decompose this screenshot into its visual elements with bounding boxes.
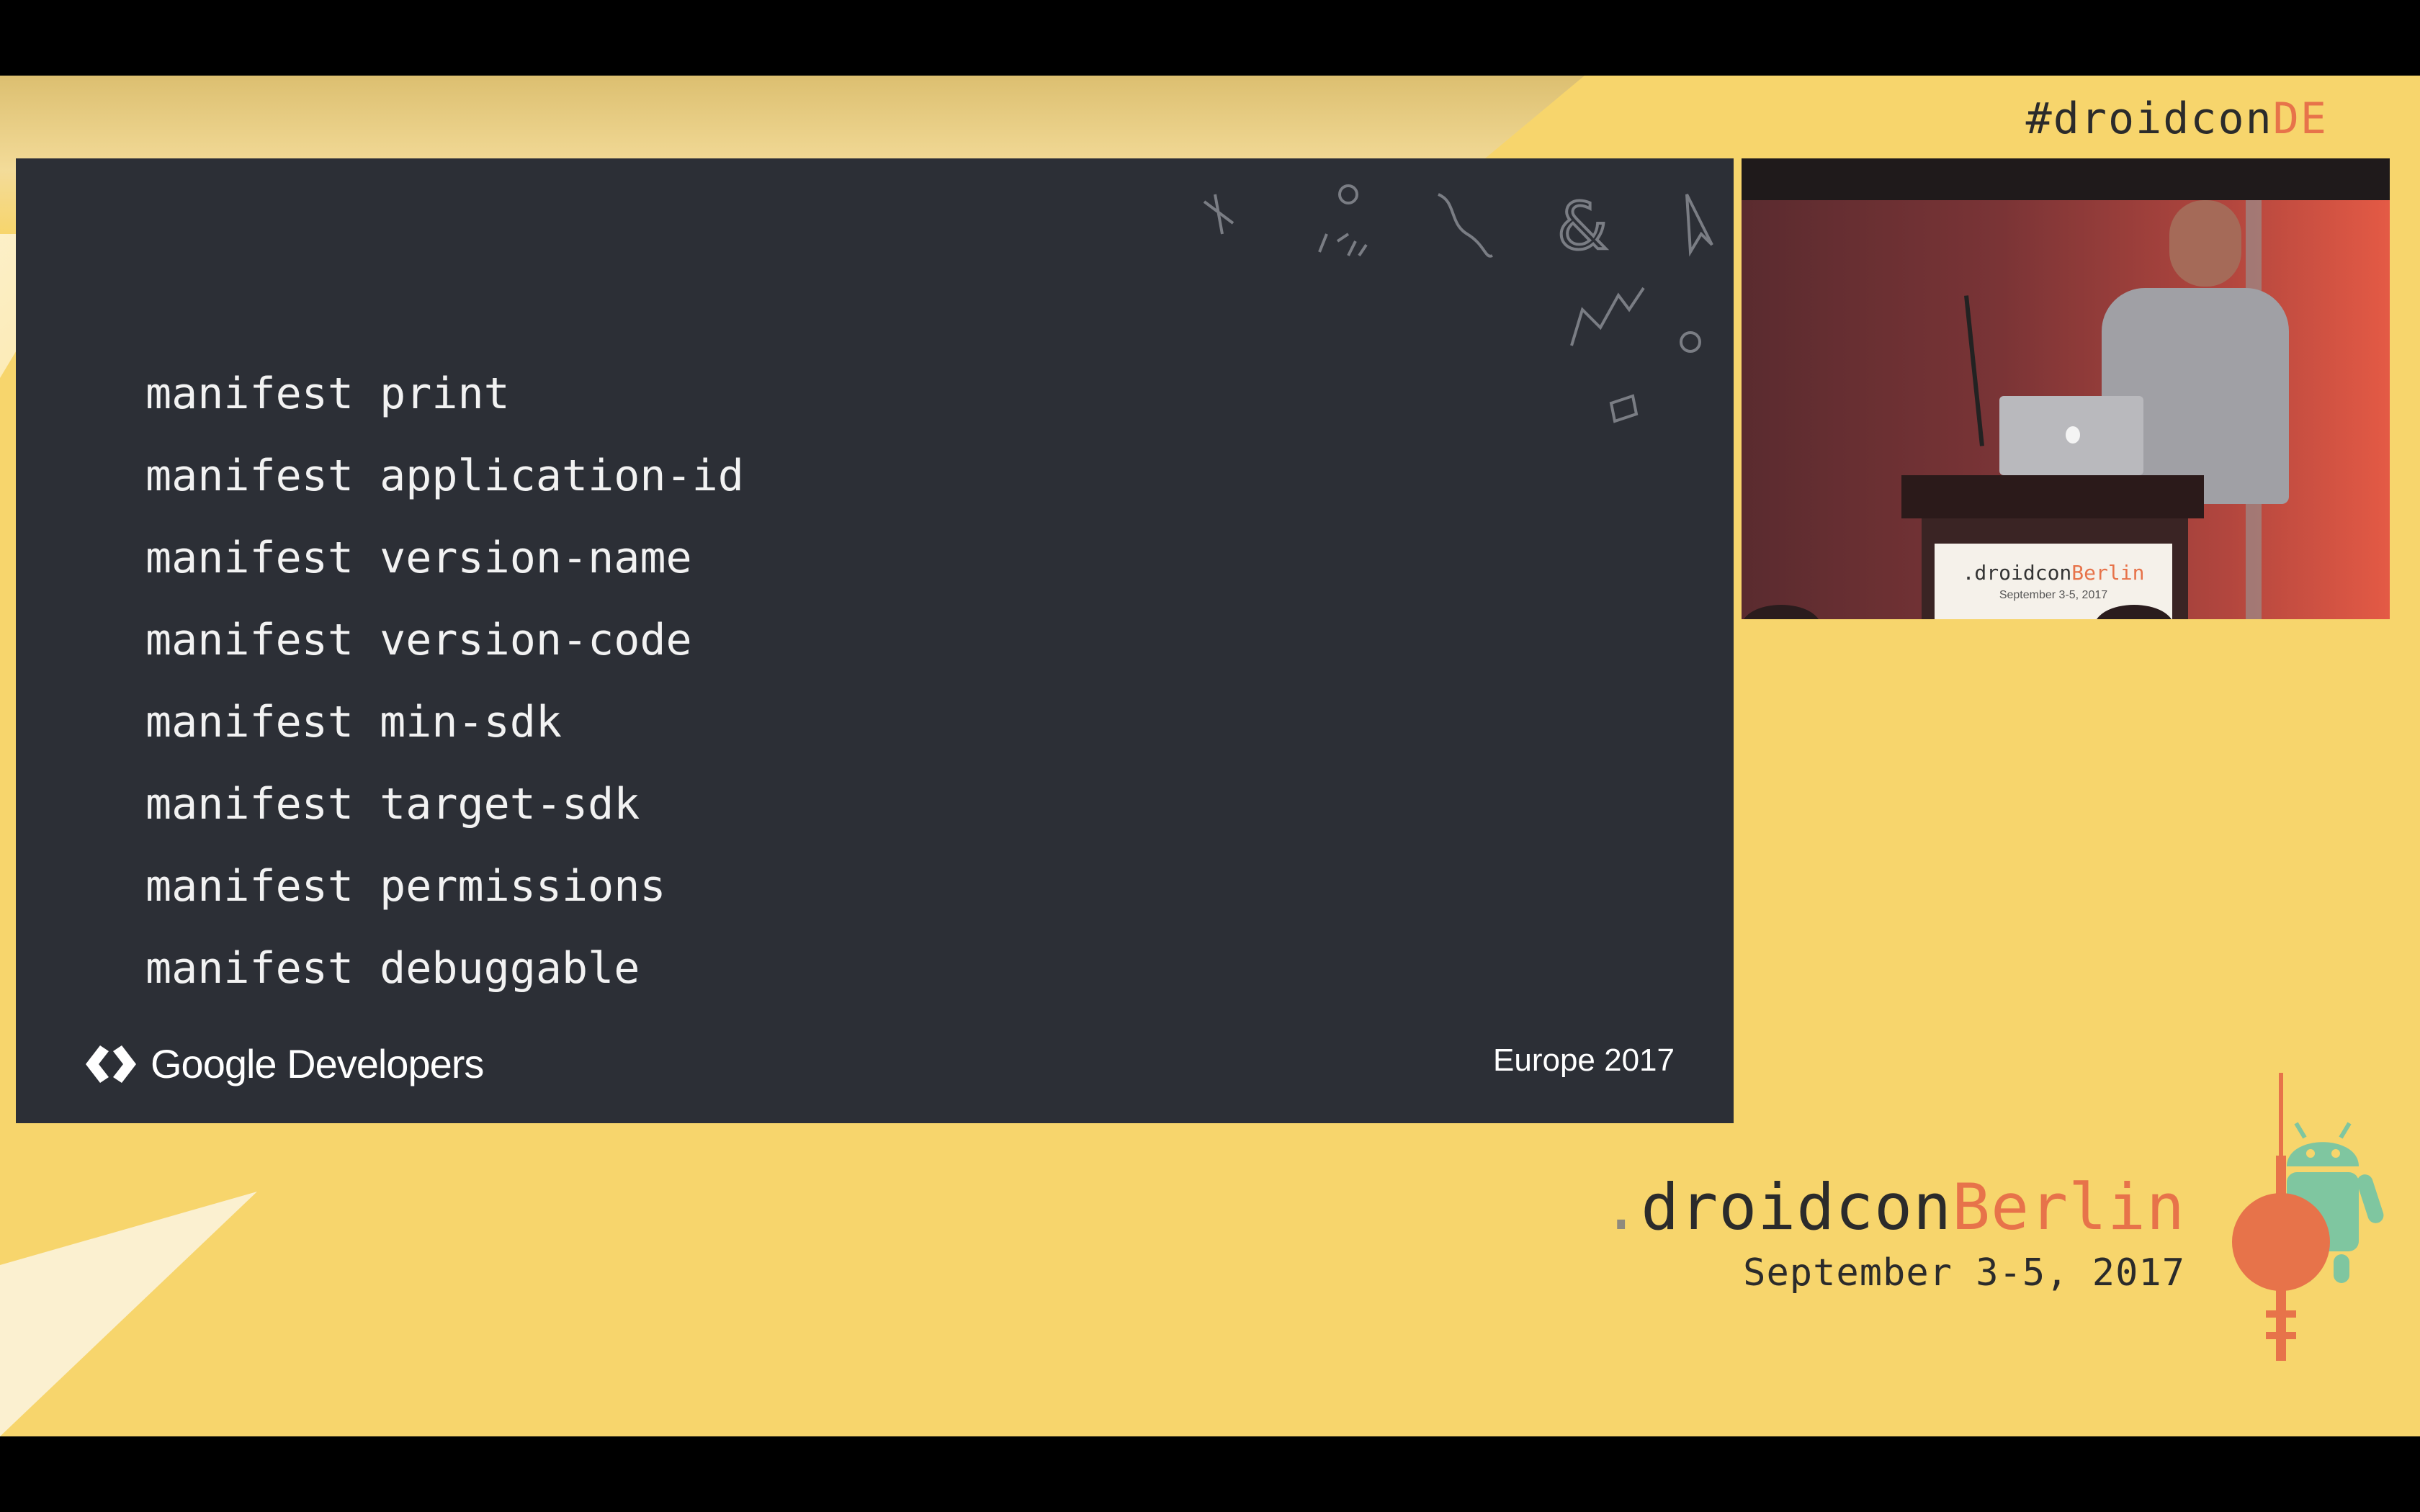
podium-top (1901, 475, 2204, 518)
speaker-video-inset: .droidconBerlin September 3-5, 2017 (1742, 158, 2390, 619)
command-line: manifest permissions (145, 861, 666, 912)
hashtag: #droidconDE (2026, 94, 2328, 144)
command-line: manifest version-code (145, 615, 692, 665)
background-wash-bottom (0, 1192, 257, 1436)
decorative-doodles-icon: & (1183, 166, 1744, 670)
podium-sign-accent: Berlin (2071, 561, 2145, 585)
command-line: manifest min-sdk (145, 697, 562, 747)
presentation-slide: & manifest print manifest application-id… (16, 158, 1734, 1123)
brand-title: .droidconBerlin (1602, 1170, 2185, 1244)
apple-logo-icon (2066, 426, 2080, 444)
google-developers-logo: Google Developers (84, 1040, 484, 1087)
podium-sign-prefix: .droidcon (1962, 561, 2072, 585)
command-list: manifest print manifest application-id m… (145, 353, 744, 1009)
command-line: manifest target-sdk (145, 779, 640, 829)
command-line: manifest debuggable (145, 943, 640, 994)
berlin-tv-tower-android-icon (2232, 1073, 2384, 1361)
laptop-icon (1999, 396, 2143, 475)
command-line: manifest print (145, 369, 510, 419)
brand-date: September 3-5, 2017 (1743, 1251, 2185, 1295)
stage-top-bar (1742, 158, 2390, 200)
brand-dot: . (1602, 1170, 1641, 1244)
svg-text:&: & (1557, 189, 1608, 264)
event-label: Europe 2017 (1493, 1043, 1675, 1078)
microphone-icon (1964, 295, 1984, 446)
speaker-head (2169, 200, 2241, 287)
audience-heads (1742, 590, 2390, 619)
command-line: manifest version-name (145, 533, 692, 583)
brand-accent: Berlin (1952, 1170, 2185, 1244)
brand-name: droidcon (1641, 1170, 1953, 1244)
podium-sign-title: .droidconBerlin (1963, 561, 2145, 585)
google-developers-mark-icon (86, 1045, 136, 1083)
google-developers-logo-text: Google Developers (151, 1041, 484, 1086)
hashtag-prefix: #droidcon (2025, 94, 2273, 144)
hashtag-accent: DE (2272, 94, 2328, 144)
command-line: manifest application-id (145, 451, 744, 501)
droidcon-berlin-brand: .droidconBerlin September 3-5, 2017 (1602, 1170, 2185, 1295)
